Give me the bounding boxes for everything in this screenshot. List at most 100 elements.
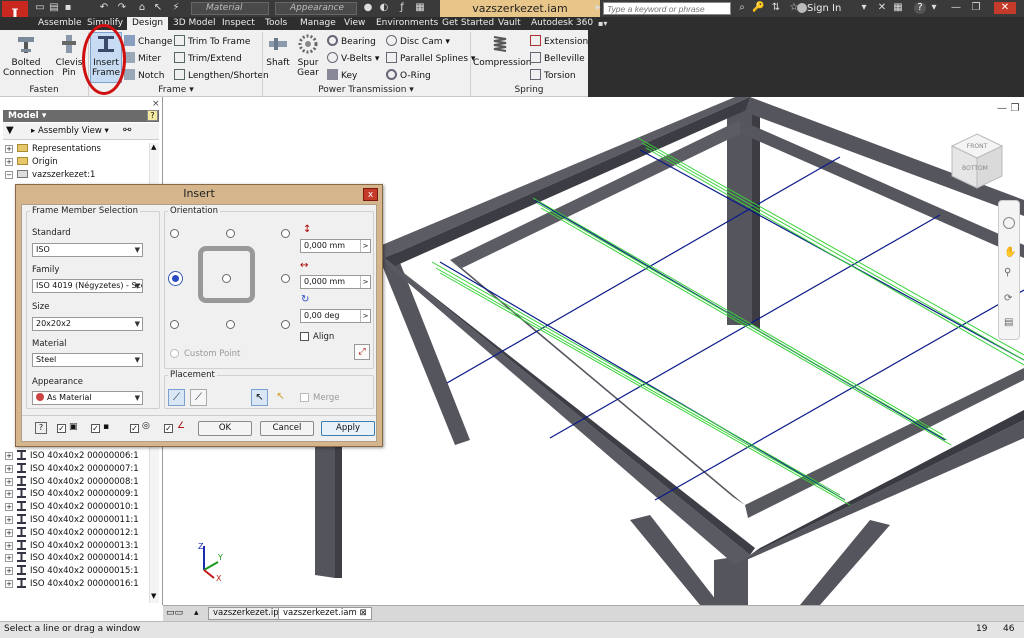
chevron-right-icon[interactable]: > <box>360 276 370 288</box>
clear-override-icon[interactable]: ◐ <box>378 2 390 14</box>
open-file-icon[interactable]: ▤ <box>48 2 60 14</box>
belleville-button[interactable]: Belleville <box>530 52 585 65</box>
expand-icon[interactable]: + <box>5 580 13 588</box>
expand-icon[interactable]: + <box>5 452 13 460</box>
tree-item-frame-member[interactable]: + ISO 40x40x2 00000010:1 <box>5 501 139 514</box>
size-select[interactable]: 20x20x2 ▼ <box>32 317 143 331</box>
bearing-button[interactable]: Bearing <box>327 35 376 48</box>
compression-button[interactable]: Compression <box>473 33 531 83</box>
tree-item-frame-member[interactable]: + ISO 40x40x2 00000009:1 <box>5 488 139 501</box>
shaft-button[interactable]: Shaft <box>265 33 291 83</box>
scroll-up-icon[interactable]: ▲ <box>151 143 156 151</box>
extension-button[interactable]: Extension <box>530 35 588 48</box>
ok-button[interactable]: OK <box>198 421 252 436</box>
align-checkbox[interactable] <box>300 332 309 341</box>
viewport-restore-icon[interactable]: ❐ <box>1009 103 1021 115</box>
chevron-right-icon[interactable]: > <box>360 310 370 322</box>
tile-windows-icon[interactable]: ▭▭ <box>166 608 183 618</box>
option-checkbox-3[interactable]: ✓ <box>130 424 139 433</box>
apply-button[interactable]: Apply <box>321 421 375 436</box>
find-binoculars-icon[interactable]: ⚯ <box>123 125 131 136</box>
placement-edge-icon[interactable]: ⟋ <box>190 389 207 406</box>
orientation-radio-bottom-right[interactable] <box>281 320 290 329</box>
orientation-radio-bottom-center[interactable] <box>226 320 235 329</box>
orbit-icon[interactable]: ⟳ <box>1004 293 1012 304</box>
torsion-button[interactable]: Torsion <box>530 69 576 82</box>
assembly-view-dropdown[interactable]: ▸ Assembly View ▾ <box>31 126 109 136</box>
expand-icon[interactable]: + <box>5 541 13 550</box>
merge-checkbox[interactable] <box>300 393 309 402</box>
redo-icon[interactable]: ↷ <box>116 2 128 14</box>
tree-item-frame-member[interactable]: + ISO 40x40x2 00000015:1 <box>5 565 139 578</box>
update-icon[interactable]: ⚡ <box>170 2 182 14</box>
tree-item-frame-member[interactable]: + ISO 40x40x2 00000012:1 <box>5 526 139 540</box>
placement-two-points-icon[interactable]: ⟋ <box>168 389 185 406</box>
chevron-right-icon[interactable]: > <box>360 240 370 252</box>
tab-autodesk-360[interactable]: Autodesk 360 <box>526 17 598 30</box>
tree-item-assembly[interactable]: − vazszerkezet:1 <box>5 169 95 182</box>
orientation-radio-middle-right[interactable] <box>281 274 290 283</box>
tab-design[interactable]: Design <box>127 17 169 30</box>
sign-in-link[interactable]: Sign In <box>807 1 841 16</box>
close-icon[interactable]: ✕ <box>994 2 1016 14</box>
family-select[interactable]: ISO 4019 (Négyzetes) - Sze ▼ <box>32 279 143 293</box>
restore-icon[interactable]: ❐ <box>970 2 982 14</box>
trim-to-frame-button[interactable]: Trim To Frame <box>174 35 250 48</box>
tree-item-origin[interactable]: + Origin <box>5 156 58 169</box>
rotation-input[interactable]: 0,00 deg > <box>300 309 371 323</box>
browser-help-icon[interactable]: ? <box>147 110 158 121</box>
tab-assemble[interactable]: Assemble <box>33 17 87 30</box>
tree-item-frame-member[interactable]: + ISO 40x40x2 00000014:1 <box>5 552 139 565</box>
navigation-bar[interactable]: ✋ ⚲ ⟳ ▤ <box>998 200 1020 340</box>
help-dropdown-icon[interactable]: ▾ <box>928 2 940 14</box>
tab-environments[interactable]: Environments <box>371 17 443 30</box>
option-checkbox-2[interactable]: ✓ <box>91 424 100 433</box>
steering-wheel-icon[interactable] <box>1003 217 1015 229</box>
expand-icon[interactable]: + <box>5 158 13 166</box>
help-icon[interactable]: ? <box>35 422 47 434</box>
custom-point-radio[interactable] <box>170 349 179 358</box>
tab-view[interactable]: View <box>339 17 370 30</box>
bolted-connection-button[interactable]: Bolted Connection <box>3 33 54 83</box>
filter-icon[interactable]: ▼ <box>6 125 14 136</box>
change-button[interactable]: Change <box>124 35 172 48</box>
doc-tab-iam[interactable]: vazszerkezet.iam ⊠ <box>278 607 372 620</box>
orientation-radio-center[interactable] <box>222 274 231 283</box>
browser-close-icon[interactable]: × <box>152 99 160 109</box>
sign-in-dropdown-icon[interactable]: ▾ <box>858 2 870 14</box>
disc-cam-button[interactable]: Disc Cam ▾ <box>386 35 450 48</box>
orientation-radio-top-left[interactable] <box>170 229 179 238</box>
tab-inspect[interactable]: Inspect <box>217 17 260 30</box>
select-pointer-icon[interactable]: ↖ <box>251 389 268 406</box>
vertical-offset-input[interactable]: 0,000 mm > <box>300 239 371 253</box>
appearance-override-icon[interactable]: ● <box>362 2 374 14</box>
zoom-icon[interactable]: ⚲ <box>1004 267 1011 278</box>
tree-item-frame-member[interactable]: + ISO 40x40x2 00000007:1 <box>5 462 139 476</box>
pan-icon[interactable]: ✋ <box>1004 247 1016 258</box>
undo-icon[interactable]: ↶ <box>98 2 110 14</box>
tree-item-frame-member[interactable]: + ISO 40x40x2 00000011:1 <box>5 514 139 527</box>
tab-manage[interactable]: Manage <box>295 17 341 30</box>
tree-item-representations[interactable]: + Representations <box>5 143 101 156</box>
save-icon[interactable]: ▪ <box>62 2 74 14</box>
material-select[interactable]: Steel ▼ <box>32 353 143 367</box>
viewport-minimize-icon[interactable]: — <box>996 103 1008 115</box>
appearance-dropdown[interactable]: Appearance <box>275 2 357 15</box>
tab-3d-model[interactable]: 3D Model <box>168 17 221 30</box>
measure-icon[interactable]: ▦ <box>414 2 426 14</box>
browser-header[interactable]: Model ▾ <box>3 110 159 122</box>
oring-button[interactable]: O-Ring <box>386 69 431 82</box>
orientation-radio-top-right[interactable] <box>281 229 290 238</box>
exchange-icon[interactable]: ✕ <box>876 2 888 14</box>
power-transmission-panel-label[interactable]: Power Transmission ▾ <box>262 84 470 97</box>
dialog-close-button[interactable]: x <box>363 188 378 201</box>
expand-icon[interactable]: + <box>5 145 13 153</box>
standard-select[interactable]: ISO ▼ <box>32 243 143 257</box>
lengthen-shorten-button[interactable]: Lengthen/Shorten <box>174 69 269 82</box>
material-dropdown[interactable]: Material <box>191 2 269 15</box>
close-tab-icon[interactable]: ⊠ <box>359 608 366 618</box>
expand-icon[interactable]: + <box>5 554 13 563</box>
appearance-select[interactable]: As Material ▼ <box>32 391 143 405</box>
tab-vault[interactable]: Vault <box>493 17 526 30</box>
minimize-icon[interactable]: — <box>950 2 962 14</box>
